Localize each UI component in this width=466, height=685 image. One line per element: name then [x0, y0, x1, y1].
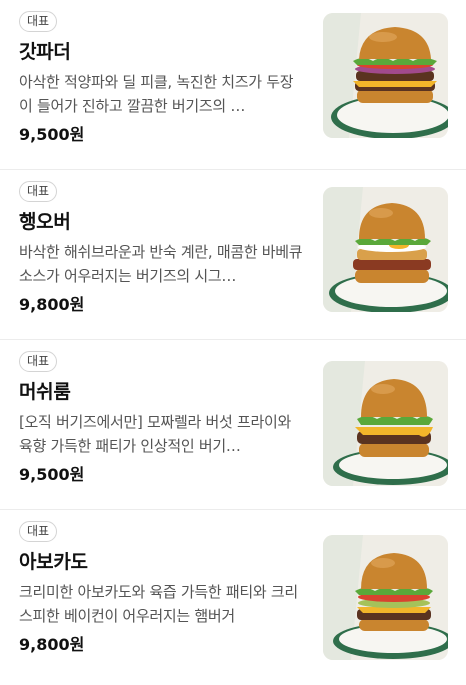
burger-photo-icon — [323, 187, 448, 312]
menu-item-name: 머쉬룸 — [19, 381, 71, 403]
menu-item-godfather[interactable]: 대표 갓파더 아삭한 적양파와 딜 피클, 녹진한 치즈가 두장이 들어가 진하… — [0, 0, 466, 170]
menu-item-description: 크리미한 아보카도와 육즙 가득한 패티와 크리스피한 베이컨이 어우러지는 햄… — [19, 583, 298, 625]
menu-item-info: 대표 갓파더 아삭한 적양파와 딜 피클, 녹진한 치즈가 두장이 들어가 진하… — [19, 10, 304, 146]
menu-item-price: 9,800원 — [19, 295, 85, 314]
menu-item-name: 행오버 — [19, 211, 71, 233]
signature-badge: 대표 — [19, 521, 58, 542]
menu-item-price: 9,500원 — [19, 465, 85, 484]
menu-item-info: 대표 행오버 바삭한 해쉬브라운과 반숙 계란, 매콤한 바베큐 소스가 어우러… — [19, 180, 304, 316]
signature-badge: 대표 — [19, 351, 58, 372]
menu-item-info: 대표 머쉬룸 [오직 버기즈에서만] 모짜렐라 버섯 프라이와 육향 가득한 패… — [19, 350, 304, 486]
menu-item-price: 9,500원 — [19, 125, 85, 144]
menu-item-image[interactable] — [323, 187, 448, 312]
burger-photo-icon — [323, 535, 448, 660]
menu-item-name: 갓파더 — [19, 41, 71, 63]
menu-item-description: 바삭한 해쉬브라운과 반숙 계란, 매콤한 바베큐 소스가 어우러지는 버기즈의… — [19, 243, 303, 285]
menu-item-price: 9,800원 — [19, 635, 85, 654]
menu-item-image[interactable] — [323, 13, 448, 138]
menu-item-info: 대표 아보카도 크리미한 아보카도와 육즙 가득한 패티와 크리스피한 베이컨이… — [19, 520, 304, 656]
signature-badge: 대표 — [19, 11, 58, 32]
menu-item-description: [오직 버기즈에서만] 모짜렐라 버섯 프라이와 육향 가득한 패티가 인상적인… — [19, 413, 291, 455]
menu-item-mushroom[interactable]: 대표 머쉬룸 [오직 버기즈에서만] 모짜렐라 버섯 프라이와 육향 가득한 패… — [0, 340, 466, 510]
burger-photo-icon — [323, 13, 448, 138]
menu-item-description: 아삭한 적양파와 딜 피클, 녹진한 치즈가 두장이 들어가 진하고 깔끔한 버… — [19, 73, 294, 115]
signature-badge: 대표 — [19, 181, 58, 202]
menu-item-image[interactable] — [323, 361, 448, 486]
menu-item-name: 아보카도 — [19, 551, 88, 573]
menu-item-image[interactable] — [323, 535, 448, 660]
menu-item-avocado[interactable]: 대표 아보카도 크리미한 아보카도와 육즙 가득한 패티와 크리스피한 베이컨이… — [0, 510, 466, 680]
burger-photo-icon — [323, 361, 448, 486]
menu-list: 대표 갓파더 아삭한 적양파와 딜 피클, 녹진한 치즈가 두장이 들어가 진하… — [0, 0, 466, 685]
menu-item-hangover[interactable]: 대표 행오버 바삭한 해쉬브라운과 반숙 계란, 매콤한 바베큐 소스가 어우러… — [0, 170, 466, 340]
